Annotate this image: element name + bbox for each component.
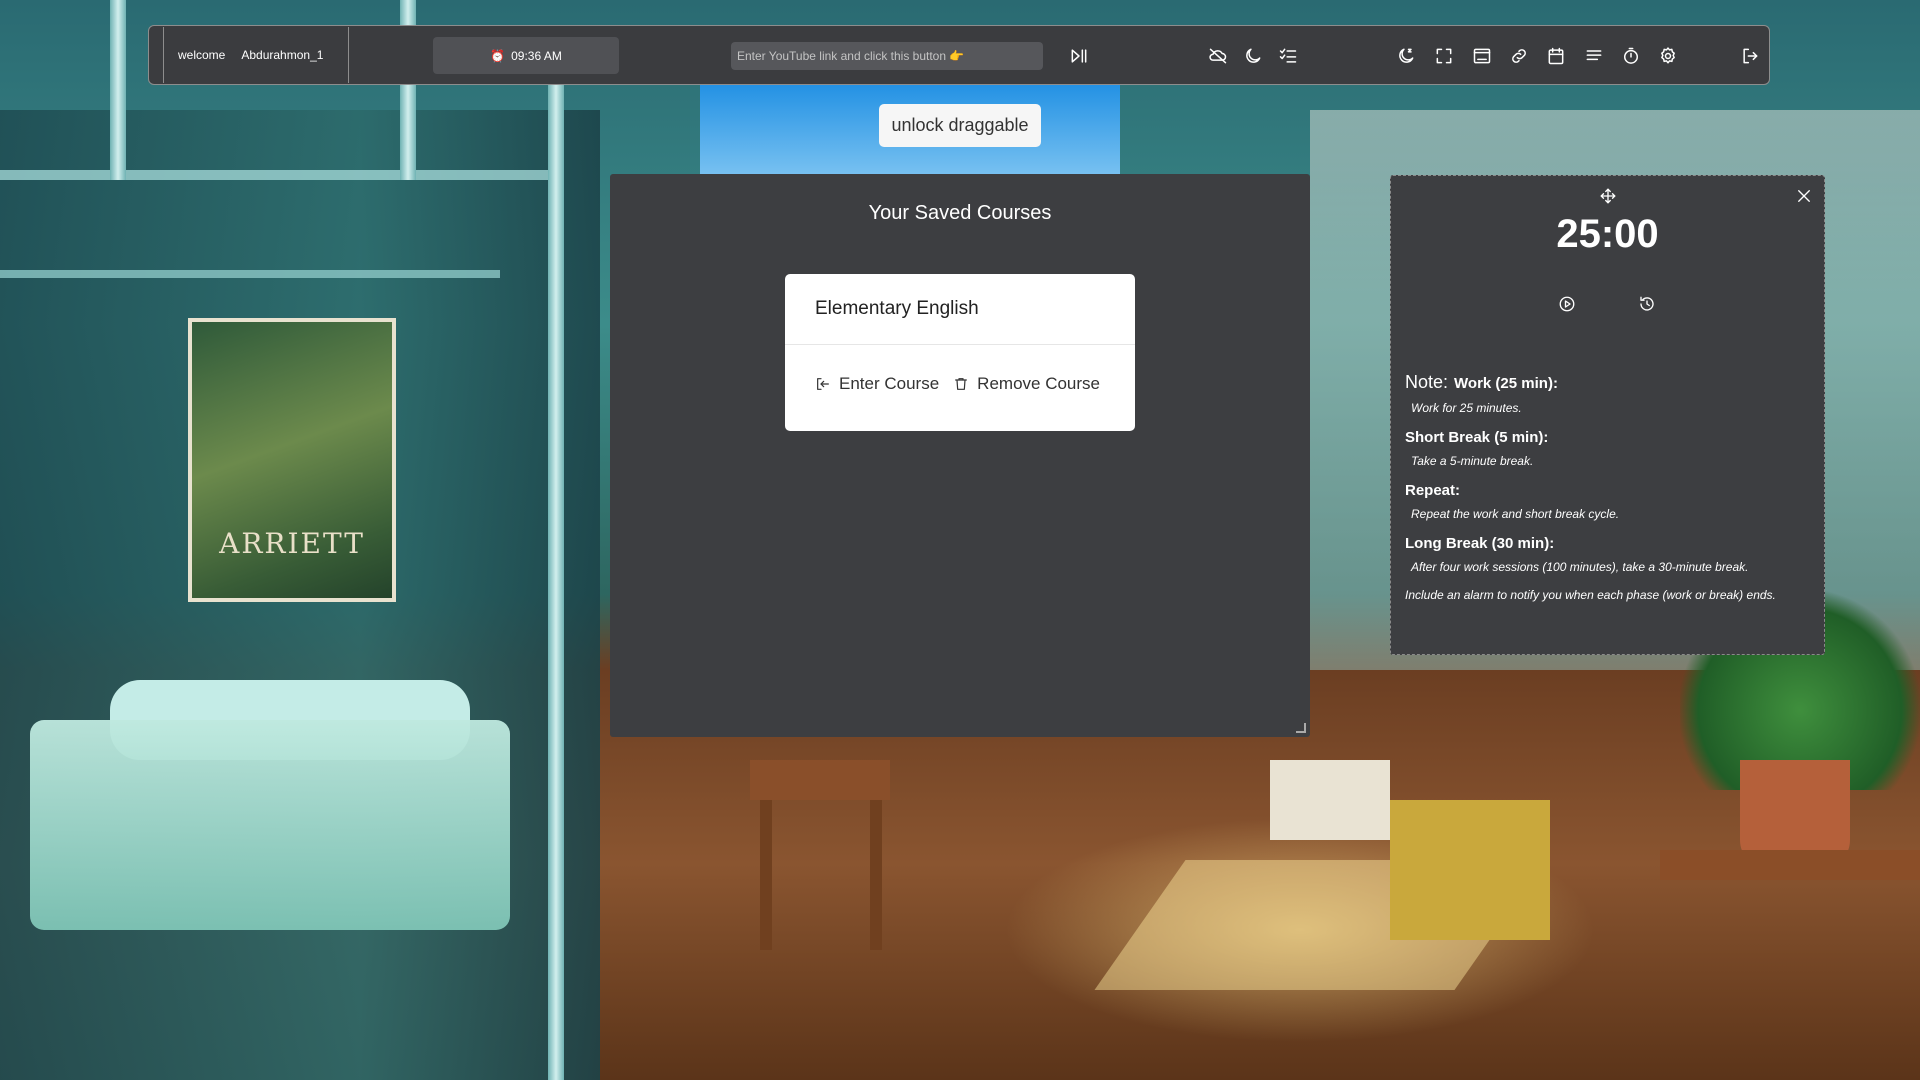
background-stool (750, 760, 890, 800)
note-heading: Work (25 min): (1454, 375, 1558, 392)
note-text: Repeat the work and short break cycle. (1411, 507, 1620, 521)
play-pause-icon[interactable] (1067, 44, 1091, 68)
unlock-draggable-button[interactable]: unlock draggable (879, 104, 1041, 147)
welcome-label: welcome (178, 48, 226, 62)
note-text: Work for 25 minutes. (1411, 401, 1522, 415)
note-heading: Long Break (30 min): (1405, 535, 1555, 552)
background-stool-leg (760, 800, 772, 950)
background-rail (0, 270, 500, 278)
course-card: Elementary English Enter Course Remove C… (785, 274, 1135, 431)
fullscreen-icon[interactable] (1432, 44, 1456, 68)
cloud-icon[interactable] (1206, 44, 1230, 68)
move-icon[interactable] (1598, 186, 1618, 206)
resize-handle[interactable] (1296, 723, 1306, 733)
enter-course-button[interactable]: Enter Course (815, 374, 939, 394)
alarm-clock-icon: ⏰ (490, 48, 506, 63)
card-divider (785, 344, 1135, 345)
saved-courses-panel: Your Saved Courses Elementary English En… (610, 174, 1310, 737)
top-toolbar: welcome Abdurahmon_1 ⏰ 09:36 AM (148, 25, 1770, 85)
gear-icon[interactable] (1656, 44, 1680, 68)
course-name: Elementary English (815, 298, 979, 319)
window-icon[interactable] (1470, 44, 1494, 68)
background-post (548, 80, 564, 1080)
welcome-box: welcome Abdurahmon_1 (163, 27, 349, 83)
reset-icon[interactable] (1637, 294, 1657, 314)
note-footer: Include an alarm to notify you when each… (1405, 588, 1776, 602)
background-box (1390, 800, 1550, 940)
background-poster: ARRIETT (188, 318, 396, 602)
background-mattress (30, 720, 510, 930)
note-heading: Repeat: (1405, 482, 1461, 499)
note-label: Note: (1405, 372, 1449, 392)
note-text: After four work sessions (100 minutes), … (1411, 560, 1749, 574)
link-icon[interactable] (1507, 44, 1531, 68)
username: Abdurahmon_1 (241, 48, 324, 62)
background-box (1270, 760, 1390, 840)
remove-course-button[interactable]: Remove Course (953, 374, 1100, 394)
background-post (110, 0, 126, 180)
stopwatch-icon[interactable] (1619, 44, 1643, 68)
background-table (1660, 850, 1920, 880)
logout-icon[interactable] (1738, 44, 1762, 68)
background-rail (0, 170, 560, 180)
close-icon[interactable] (1794, 186, 1814, 206)
calendar-icon[interactable] (1544, 44, 1568, 68)
note-text: Take a 5-minute break. (1411, 454, 1534, 468)
pomodoro-time: 25:00 (1556, 212, 1659, 256)
enter-course-label: Enter Course (839, 374, 940, 393)
pomodoro-panel: 25:00 Note: Work (25 min): Work for 25 m… (1390, 175, 1825, 655)
saved-courses-title: Your Saved Courses (868, 202, 1052, 224)
course-actions: Enter Course Remove Course (815, 374, 1100, 394)
background-stool-leg (870, 800, 882, 950)
clock-time: 09:36 AM (511, 48, 562, 63)
play-icon[interactable] (1557, 294, 1577, 314)
youtube-link-input[interactable] (731, 42, 1043, 70)
lines-icon[interactable] (1582, 44, 1606, 68)
poster-title: ARRIETT (219, 527, 365, 560)
moon-icon[interactable] (1241, 44, 1265, 68)
trash-icon (955, 378, 968, 390)
checklist-icon[interactable] (1276, 44, 1300, 68)
pomodoro-notes: Note: Work (25 min): Work for 25 minutes… (1405, 372, 1814, 602)
sleep-moon-icon[interactable] (1394, 44, 1418, 68)
enter-icon (817, 378, 829, 390)
note-heading: Short Break (5 min): (1405, 429, 1549, 446)
remove-course-label: Remove Course (977, 374, 1100, 393)
clock-display[interactable]: ⏰ 09:36 AM (433, 37, 619, 74)
